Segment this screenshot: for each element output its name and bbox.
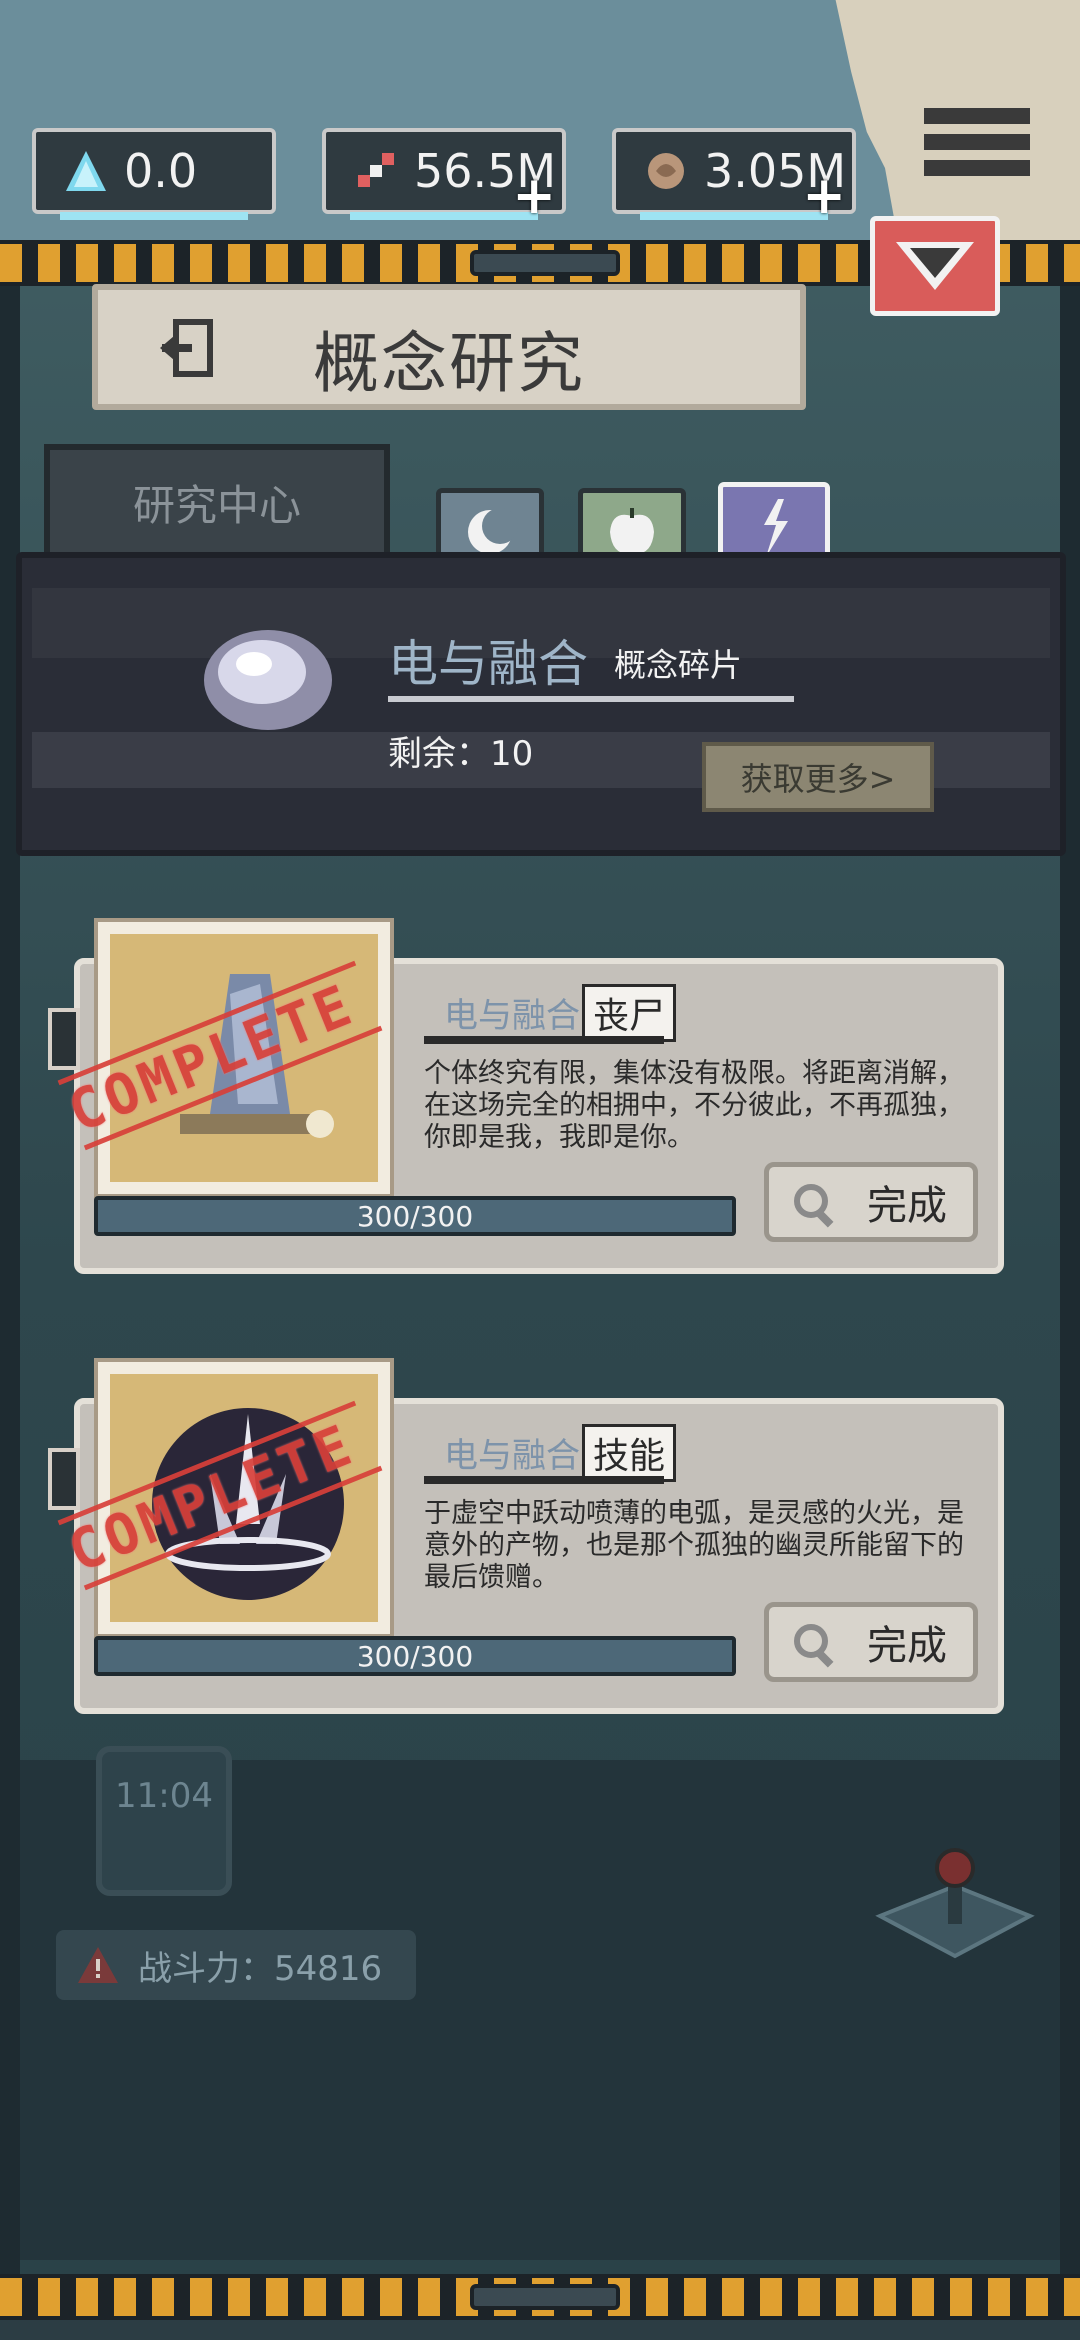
fragment-gem-icon — [204, 630, 332, 730]
crystal-value: 0.0 — [124, 144, 198, 198]
crystal-underline — [60, 212, 248, 220]
clock-text: 11:04 — [115, 1776, 213, 1816]
brain-resource[interactable]: 3.05M + — [612, 128, 856, 222]
page-title: 概念研究 — [313, 325, 585, 402]
chevron-down-icon — [896, 242, 974, 290]
fragment-kind: 概念碎片 — [614, 646, 743, 684]
power-text: 战斗力：54816 — [138, 1948, 383, 1989]
warning-icon — [78, 1947, 118, 1983]
card-category: 电与融合 — [444, 1436, 580, 1476]
fragment-divider — [388, 696, 794, 702]
crystal-resource[interactable]: 0.0 — [32, 128, 276, 220]
card-progress-text: 300/300 — [356, 1199, 474, 1233]
card-title-underline — [424, 1476, 664, 1484]
title-plate: 概念研究 — [92, 284, 806, 410]
brain-add-button[interactable]: + — [802, 170, 846, 222]
research-card-2: COMPLETE 电与融合 技能 于虚空中跃动喷薄的电弧，是灵感的火光，是意外的… — [48, 1358, 1004, 1714]
card-clip — [48, 1008, 80, 1070]
card-tag: 技能 — [582, 1424, 677, 1482]
complete-button[interactable]: 完成 — [764, 1602, 978, 1682]
frame-left — [0, 240, 20, 2290]
tab-research-center[interactable]: 研究中心 — [44, 444, 390, 554]
dna-icon — [350, 145, 402, 197]
dna-add-button[interactable]: + — [512, 170, 556, 222]
search-icon — [794, 1624, 834, 1668]
complete-button-label: 完成 — [867, 1623, 947, 1669]
panel-handle-top — [470, 250, 620, 276]
fragment-panel: 电与融合 概念碎片 剩余：10 获取更多> — [16, 552, 1066, 856]
card-description: 个体终究有限，集体没有极限。将距离消解，在这场完全的相拥中，不分彼此，不再孤独，… — [424, 1058, 964, 1153]
card-description: 于虚空中跃动喷薄的电弧，是灵感的火光，是意外的产物，也是那个孤独的幽灵所能留下的… — [424, 1498, 964, 1593]
card-progress-bar: 300/300 — [94, 1636, 736, 1676]
background-clock: 11:04 — [96, 1746, 232, 1896]
card-title-underline — [424, 1036, 664, 1044]
card-tag: 丧尸 — [582, 984, 677, 1042]
card-clip — [48, 1448, 80, 1510]
get-more-label: 获取更多> — [740, 760, 896, 798]
complete-button-label: 完成 — [867, 1183, 947, 1229]
frame-right — [1060, 240, 1080, 2290]
complete-button[interactable]: 完成 — [764, 1162, 978, 1242]
brain-icon — [640, 145, 692, 197]
card-progress-text: 300/300 — [356, 1639, 474, 1673]
card-category: 电与融合 — [444, 996, 580, 1036]
collapse-button[interactable] — [870, 216, 1000, 316]
fragment-name: 电与融合 — [388, 635, 588, 693]
fragment-remaining: 剩余：10 — [388, 734, 534, 774]
panel-handle-bottom — [470, 2284, 620, 2310]
brain-underline — [640, 212, 828, 220]
dna-underline — [350, 212, 538, 220]
dna-resource[interactable]: 56.5M + — [322, 128, 566, 222]
crystal-icon — [60, 145, 112, 197]
get-more-button[interactable]: 获取更多> — [702, 742, 934, 812]
menu-icon[interactable] — [924, 108, 1030, 190]
card-progress-bar: 300/300 — [94, 1196, 736, 1236]
research-card-1: COMPLETE 电与融合 丧尸 个体终究有限，集体没有极限。将距离消解，在这场… — [48, 918, 1004, 1274]
power-display: 战斗力：54816 — [56, 1930, 416, 2000]
joystick-icon[interactable] — [870, 1846, 1040, 1976]
search-icon — [794, 1184, 834, 1228]
tab-research-center-label: 研究中心 — [132, 480, 301, 530]
